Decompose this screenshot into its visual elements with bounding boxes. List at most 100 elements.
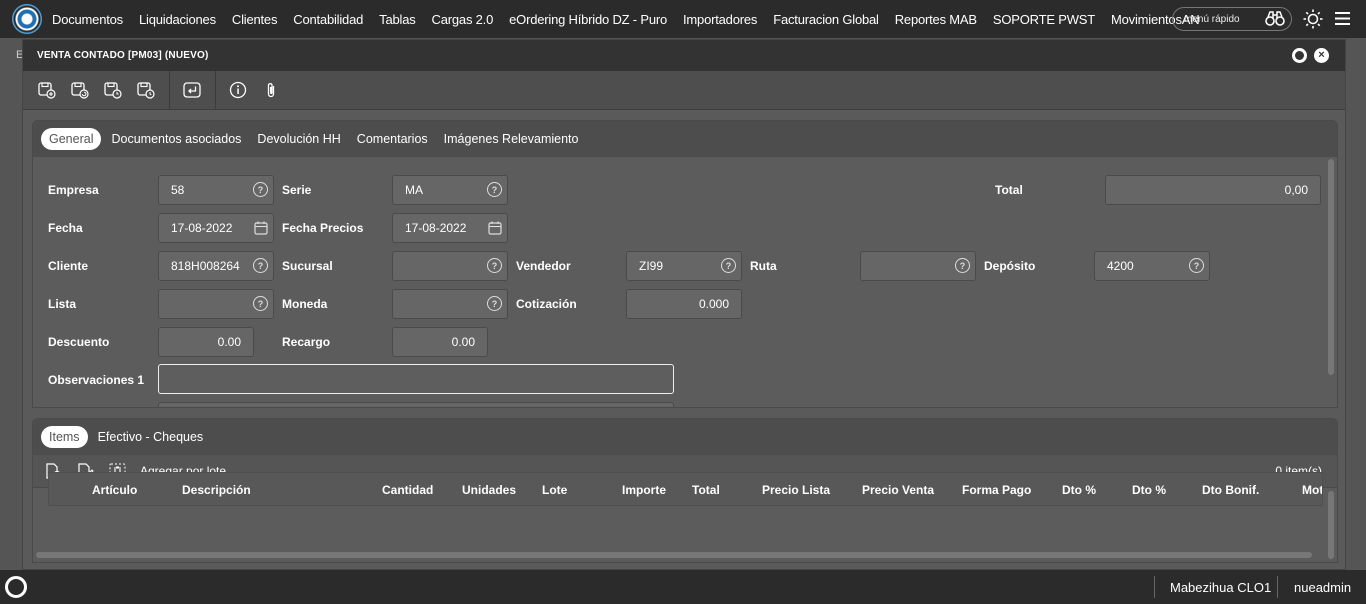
help-icon[interactable]: ? (487, 182, 502, 197)
cotizacion-field[interactable]: 0.000 (626, 289, 742, 319)
save-refresh-icon[interactable] (70, 80, 90, 100)
deposito-field[interactable]: 4200 ? (1094, 251, 1210, 281)
status-company[interactable]: Mabezihua CLO1 (1170, 580, 1271, 595)
observaciones1-input[interactable] (158, 364, 674, 394)
help-icon[interactable]: ? (253, 296, 268, 311)
serie-field[interactable]: MA ? (392, 175, 508, 205)
column-header[interactable]: Total (692, 483, 720, 497)
column-header[interactable]: Unidades (462, 483, 516, 497)
column-header[interactable]: Forma Pago (962, 483, 1031, 497)
close-button[interactable]: × (1314, 48, 1329, 63)
tab-items[interactable]: Items (41, 426, 88, 448)
help-icon[interactable]: ? (253, 182, 268, 197)
lista-field[interactable]: ? (158, 289, 274, 319)
status-user[interactable]: nueadmin (1294, 580, 1351, 595)
column-header[interactable]: Dto % (1132, 483, 1166, 497)
menu-tablas[interactable]: Tablas (379, 12, 416, 27)
recargo-label: Recargo (282, 335, 331, 349)
brightness-icon[interactable] (1303, 9, 1323, 29)
return-icon[interactable] (182, 80, 202, 100)
moneda-label: Moneda (282, 297, 328, 311)
logo-icon[interactable] (12, 4, 42, 34)
column-header[interactable]: Mot (1302, 483, 1322, 497)
fecha-field[interactable]: 17-08-2022 (158, 213, 274, 243)
recargo-field[interactable]: 0.00 (392, 327, 488, 357)
column-header[interactable]: Cantidad (382, 483, 433, 497)
fecha-label: Fecha (48, 221, 83, 235)
hamburger-menu-icon[interactable] (1335, 12, 1350, 25)
column-header[interactable]: Precio Venta (862, 483, 934, 497)
sucursal-field[interactable]: ? (392, 251, 508, 281)
menu-eordering[interactable]: eOrdering Híbrido DZ - Puro (509, 12, 667, 27)
help-icon[interactable]: ? (487, 296, 502, 311)
quick-menu-search[interactable]: menú rápido (1172, 7, 1292, 31)
vendedor-field[interactable]: ZI99 ? (626, 251, 742, 281)
sucursal-label: Sucursal (282, 259, 333, 273)
help-icon[interactable]: ? (1189, 258, 1204, 273)
descuento-label: Descuento (48, 335, 110, 349)
tab-efectivo-cheques[interactable]: Efectivo - Cheques (90, 426, 212, 448)
lista-label: Lista (48, 297, 77, 311)
help-icon[interactable]: ? (955, 258, 970, 273)
menu-importadores[interactable]: Importadores (683, 12, 757, 27)
help-icon[interactable]: ? (253, 258, 268, 273)
fecha-precios-field[interactable]: 17-08-2022 (392, 213, 508, 243)
items-vertical-scrollbar[interactable] (1328, 491, 1334, 559)
ruta-field[interactable]: ? (860, 251, 976, 281)
cliente-label: Cliente (48, 259, 89, 273)
save-clock-icon[interactable] (103, 80, 123, 100)
deposito-value: 4200 (1107, 259, 1134, 273)
tab-documentos-asociados[interactable]: Documentos asociados (103, 128, 249, 150)
column-header[interactable]: Descripción (182, 483, 251, 497)
top-navbar: Documentos Liquidaciones Clientes Contab… (0, 0, 1366, 38)
info-icon[interactable] (228, 80, 248, 100)
tab-devolucion-hh[interactable]: Devolución HH (249, 128, 348, 150)
total-label: Total (995, 183, 1023, 197)
quick-menu-label: menú rápido (1184, 13, 1240, 25)
tab-general[interactable]: General (41, 128, 102, 150)
paperclip-icon[interactable] (261, 80, 281, 100)
items-horizontal-scrollbar[interactable] (36, 552, 1312, 558)
items-tabs: Items Efectivo - Cheques (33, 419, 1337, 455)
empresa-value: 58 (171, 183, 185, 197)
calendar-icon[interactable] (254, 221, 268, 235)
cliente-field[interactable]: 818H008264 ? (158, 251, 274, 281)
moneda-field[interactable]: ? (392, 289, 508, 319)
vendedor-value: ZI99 (639, 259, 664, 273)
help-icon[interactable]: ? (721, 258, 736, 273)
binoculars-icon[interactable] (1265, 11, 1285, 27)
tab-comentarios[interactable]: Comentarios (349, 128, 436, 150)
tab-imagenes-relevamiento[interactable]: Imágenes Relevamiento (436, 128, 587, 150)
status-logo-icon[interactable] (5, 576, 27, 598)
modal-header: VENTA CONTADO [PM03] (NUEVO) (23, 40, 1345, 71)
column-header[interactable]: Lote (542, 483, 567, 497)
column-header[interactable]: Dto % (1062, 483, 1096, 497)
fecha-value: 17-08-2022 (171, 221, 233, 235)
menu-liquidaciones[interactable]: Liquidaciones (139, 12, 216, 27)
help-icon[interactable]: ? (487, 258, 502, 273)
status-bar: Mabezihua CLO1 nueadmin (0, 570, 1366, 604)
empresa-field[interactable]: 58 ? (158, 175, 274, 205)
items-panel: Items Efectivo - Cheques Agregar por lot… (32, 418, 1338, 563)
column-header[interactable]: Artículo (92, 483, 137, 497)
cotizacion-value: 0.000 (698, 297, 729, 311)
menu-documentos[interactable]: Documentos (52, 12, 123, 27)
calendar-icon[interactable] (488, 221, 502, 235)
header-tabs: General Documentos asociados Devolución … (33, 121, 1337, 157)
menu-clientes[interactable]: Clientes (232, 12, 278, 27)
column-header[interactable]: Dto Bonif. (1202, 483, 1259, 497)
save-add-icon[interactable] (37, 80, 57, 100)
column-header[interactable]: Importe (622, 483, 666, 497)
form-scrollbar[interactable] (1328, 159, 1334, 375)
menu-soporte-pwst[interactable]: SOPORTE PWST (993, 12, 1095, 27)
menu-facturacion-global[interactable]: Facturacion Global (773, 12, 879, 27)
menu-reportes-mab[interactable]: Reportes MAB (895, 12, 977, 27)
fecha-precios-label: Fecha Precios (282, 221, 364, 235)
save-history-icon[interactable] (136, 80, 156, 100)
column-header[interactable]: Precio Lista (762, 483, 830, 497)
menu-contabilidad[interactable]: Contabilidad (293, 12, 363, 27)
observaciones2-input[interactable] (158, 402, 674, 407)
menu-cargas[interactable]: Cargas 2.0 (432, 12, 494, 27)
descuento-field[interactable]: 0.00 (158, 327, 254, 357)
minimize-button[interactable] (1292, 48, 1307, 63)
